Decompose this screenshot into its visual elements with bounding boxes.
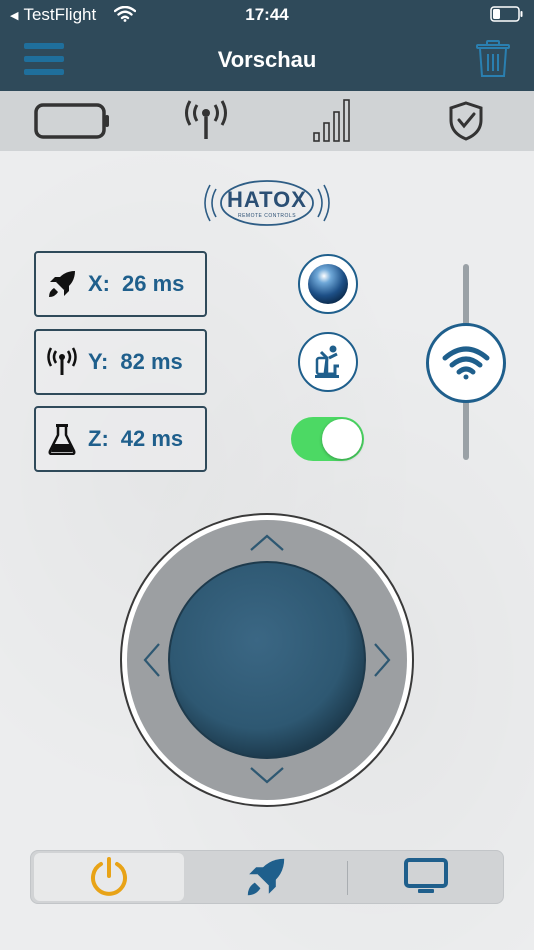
logo-tagline: REMOTE CONTROLS	[237, 213, 297, 219]
device-status-bar	[0, 91, 534, 151]
operator-button[interactable]	[298, 332, 358, 392]
metric-x-label: X:	[88, 271, 110, 296]
power-icon	[91, 857, 127, 896]
metric-y-label: Y:	[88, 349, 109, 374]
status-bar: ◀ TestFlight 17:44	[0, 0, 534, 29]
signal-strength-icon	[313, 99, 350, 142]
wifi-button[interactable]	[426, 323, 506, 403]
trash-icon[interactable]	[476, 40, 510, 78]
hatox-logo: HATOX REMOTE CONTROLS	[196, 177, 338, 229]
tab-divider	[347, 861, 348, 895]
page-title: Vorschau	[217, 47, 317, 72]
metric-y-box: Y: 82 ms	[34, 329, 207, 395]
battery-status-icon	[490, 6, 523, 22]
nav-bar: Vorschau	[0, 29, 534, 91]
sphere-icon	[308, 264, 348, 304]
clock: 17:44	[245, 5, 289, 24]
toggle-knob	[322, 419, 362, 459]
light-button[interactable]	[298, 254, 358, 314]
joystick[interactable]	[119, 512, 415, 808]
wifi-icon	[442, 346, 490, 380]
metric-z-value: 42 ms	[120, 426, 184, 451]
tab-rocket[interactable]	[191, 853, 341, 901]
metric-z-label: Z:	[88, 426, 109, 451]
rocket-icon	[46, 267, 78, 301]
tab-power[interactable]	[34, 853, 184, 901]
metric-y-value: 82 ms	[120, 349, 183, 374]
control-panel: HATOX REMOTE CONTROLS X: 26 ms Y: 82 ms …	[0, 151, 534, 950]
metric-x-box: X: 26 ms	[34, 251, 207, 317]
monitor-icon	[404, 858, 448, 893]
operator-seat-icon	[315, 345, 339, 378]
antenna-icon	[46, 345, 78, 379]
flask-icon	[46, 422, 78, 456]
tab-monitor[interactable]	[351, 853, 501, 901]
rocket-icon	[247, 858, 285, 896]
antenna-icon	[185, 100, 227, 139]
enable-toggle[interactable]	[291, 417, 364, 461]
joystick-graphic	[120, 513, 414, 807]
battery-icon	[34, 103, 109, 139]
metric-z-box: Z: 42 ms	[34, 406, 207, 472]
logo-brand: HATOX	[227, 187, 307, 212]
shield-check-icon	[449, 101, 483, 141]
bottom-tab-bar	[30, 850, 504, 904]
metric-x-value: 26 ms	[122, 271, 185, 296]
